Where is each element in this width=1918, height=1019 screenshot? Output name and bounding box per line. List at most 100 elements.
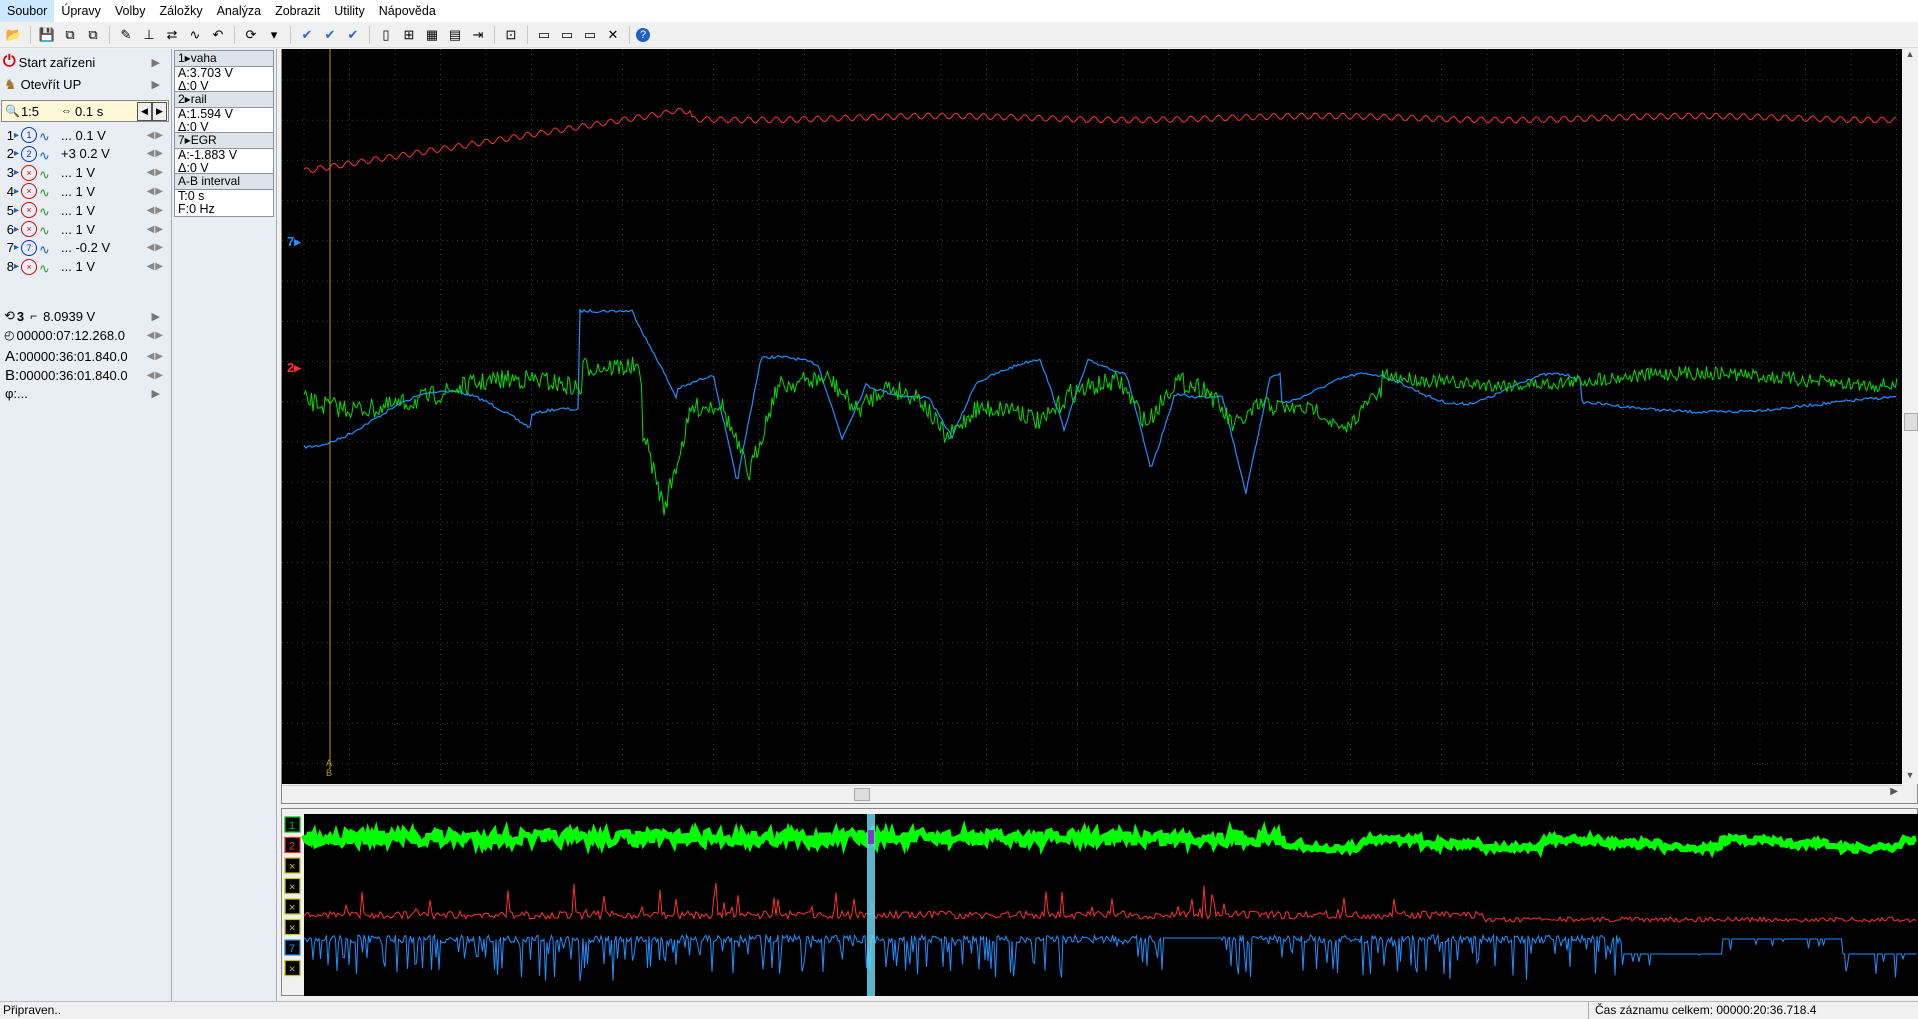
stepper-icon[interactable]: ◀▶ [147, 130, 164, 141]
vertical-scrollbar[interactable]: ▲ ▼ [1902, 49, 1918, 784]
display-icon[interactable]: ▭ [534, 25, 554, 45]
grid-icon[interactable]: ▦ [422, 25, 442, 45]
channel-on-icon[interactable]: 7 [21, 239, 38, 256]
scroll-thumb[interactable] [1904, 413, 1918, 431]
play-step-icon[interactable]: ⇥ [468, 25, 488, 45]
close-window-icon[interactable]: ✕ [603, 25, 623, 45]
check-double-icon[interactable]: ✔ [343, 25, 363, 45]
channel-arrow-icon: ▸ [14, 204, 20, 216]
coupling-icon[interactable]: ∿ [39, 167, 55, 182]
overview-channel-label: × [289, 902, 295, 914]
stepper-icon[interactable]: ◀▶ [147, 242, 164, 253]
copy-icon[interactable]: ⧉ [60, 25, 80, 45]
stepper-icon[interactable]: ◀▶ [147, 224, 164, 235]
undo-icon[interactable]: ↶ [208, 25, 228, 45]
scroll-down-icon[interactable]: ▼ [1902, 770, 1918, 784]
coupling-icon[interactable]: ∿ [39, 129, 55, 144]
help-icon[interactable]: ? [636, 27, 650, 42]
coupling-icon[interactable]: ∿ [39, 204, 55, 219]
channel-off-icon[interactable]: × [21, 202, 38, 219]
measurement-title: 2▸rail [175, 92, 273, 108]
channel-off-icon[interactable]: × [21, 221, 38, 237]
measurement-box[interactable]: 2▸rail A:1.594 V Δ:0 V [174, 91, 274, 135]
channel-7-marker[interactable]: 7▸ [287, 234, 302, 249]
stepper-icon: ◀▶ [146, 369, 164, 381]
save-icon[interactable]: 💾 [37, 25, 57, 45]
stepper-icon[interactable]: ◀▶ [147, 186, 164, 197]
stepper-icon[interactable]: ◀▶ [147, 261, 164, 272]
channel-scale: ... 1 V [61, 183, 95, 199]
channel-on-icon[interactable]: 2 [21, 145, 38, 162]
coupling-icon[interactable]: ∿ [39, 223, 55, 238]
stop-icon[interactable]: ▾ [264, 25, 284, 45]
channel-row-8[interactable]: 8 ▸ × ∿ ... 1 V ◀▶ [0, 256, 168, 278]
trigger-icon[interactable]: ⟳ [241, 25, 261, 45]
toolbar-separator [629, 25, 630, 44]
menu-5[interactable]: Zobrazit [268, 0, 327, 22]
scroll-up-icon[interactable]: ▲ [1902, 49, 1918, 63]
wave-icon[interactable]: ∿ [185, 25, 205, 45]
stepper-icon[interactable]: ◀▶ [147, 167, 164, 178]
cursor-b-marker[interactable]: B [326, 768, 332, 778]
coupling-icon[interactable]: ∿ [39, 148, 55, 163]
page-icon[interactable]: ▯ [376, 25, 396, 45]
menu-4[interactable]: Analýza [210, 0, 268, 22]
folder-icon[interactable]: ▤ [445, 25, 465, 45]
measurement-delta: F:0 Hz [178, 202, 215, 216]
measure-icon[interactable]: ⇄ [162, 25, 182, 45]
channel-number: 5 [6, 202, 14, 218]
channel-number: 1 [6, 127, 14, 143]
menu-2[interactable]: Volby [108, 0, 153, 22]
scroll-thumb[interactable] [854, 788, 870, 801]
menu-7[interactable]: Nápověda [372, 0, 443, 22]
control-panel: ⏻ Start zařízeni ▶ ♞ Otevřít UP ▶ 🔍 1:5 … [0, 49, 172, 1001]
coupling-icon[interactable]: ∿ [39, 185, 55, 200]
scroll-right-icon[interactable]: ▶ [1890, 786, 1898, 797]
paste-icon[interactable]: ⧉ [83, 25, 103, 45]
measurement-box[interactable]: 7▸EGR A:-1.883 V Δ:0 V [174, 132, 274, 176]
channel-off-icon[interactable]: × [21, 183, 38, 200]
record-time-row[interactable]: ◴ 00000:07:12.268.0 ◀▶ [0, 324, 168, 346]
stepper-icon[interactable]: ◀▶ [147, 148, 164, 159]
cursor-a-marker[interactable]: A [326, 758, 332, 768]
channel-2-marker[interactable]: 2▸ [287, 360, 302, 375]
window2-icon[interactable]: ▭ [580, 25, 600, 45]
oscilloscope-display[interactable]: AB 7▸ 2▸ [282, 49, 1902, 784]
overview-display[interactable]: 1 2 × × × × 7 × [282, 814, 1918, 996]
overview-channel-label: × [289, 964, 295, 976]
open-icon[interactable]: 📂 [4, 25, 24, 45]
coupling-icon[interactable]: ∿ [39, 242, 55, 257]
menu-0[interactable]: Soubor [0, 0, 55, 22]
phase-row[interactable]: φ: ... ▶ [0, 382, 168, 404]
channel-off-icon[interactable]: × [21, 164, 38, 181]
coupling-icon[interactable]: ∿ [39, 261, 55, 276]
menu-6[interactable]: Utility [327, 0, 372, 22]
measurement-title: A-B interval [175, 174, 273, 190]
overview-channel-label: 7 [289, 943, 295, 955]
check-icon[interactable]: ✔ [297, 25, 317, 45]
wizard-icon[interactable]: ✎ [116, 25, 136, 45]
window-icon[interactable]: ▭ [557, 25, 577, 45]
measurement-box[interactable]: 1▸vaha A:3.703 V Δ:0 V [174, 50, 274, 94]
horizontal-scrollbar[interactable]: ▶ [282, 785, 1902, 803]
menu-1[interactable]: Úpravy [54, 0, 108, 22]
channel-scale: ... 0.1 V [61, 127, 106, 143]
channel-scale: ... 1 V [61, 202, 95, 218]
record-icon[interactable]: ⊡ [501, 25, 521, 45]
channel-on-icon[interactable]: 1 [21, 127, 38, 143]
menu-3[interactable]: Záložky [153, 0, 210, 22]
zoom-right-button[interactable]: ▶ [152, 102, 167, 121]
zoom-control[interactable]: 🔍 1:5 ⇔ 0.1 s ◀ ▶ [1, 100, 169, 122]
toolbar-separator [234, 25, 235, 44]
start-device-button[interactable]: ⏻ Start zařízeni ▶ [0, 51, 168, 73]
measurement-box[interactable]: A-B interval T:0 s F:0 Hz [174, 173, 274, 217]
cursor-icon[interactable]: ⊥ [139, 25, 159, 45]
zoom-left-button[interactable]: ◀ [137, 102, 152, 121]
zoom-fit-icon[interactable]: ⊞ [399, 25, 419, 45]
stepper-icon[interactable]: ◀▶ [147, 205, 164, 216]
check-down-icon[interactable]: ✔ [320, 25, 340, 45]
channel-off-icon[interactable]: × [21, 258, 38, 275]
power-icon: ⏻ [3, 53, 16, 70]
open-up-button[interactable]: ♞ Otevřít UP ▶ [0, 73, 168, 95]
channel-number: 8 [6, 259, 14, 275]
